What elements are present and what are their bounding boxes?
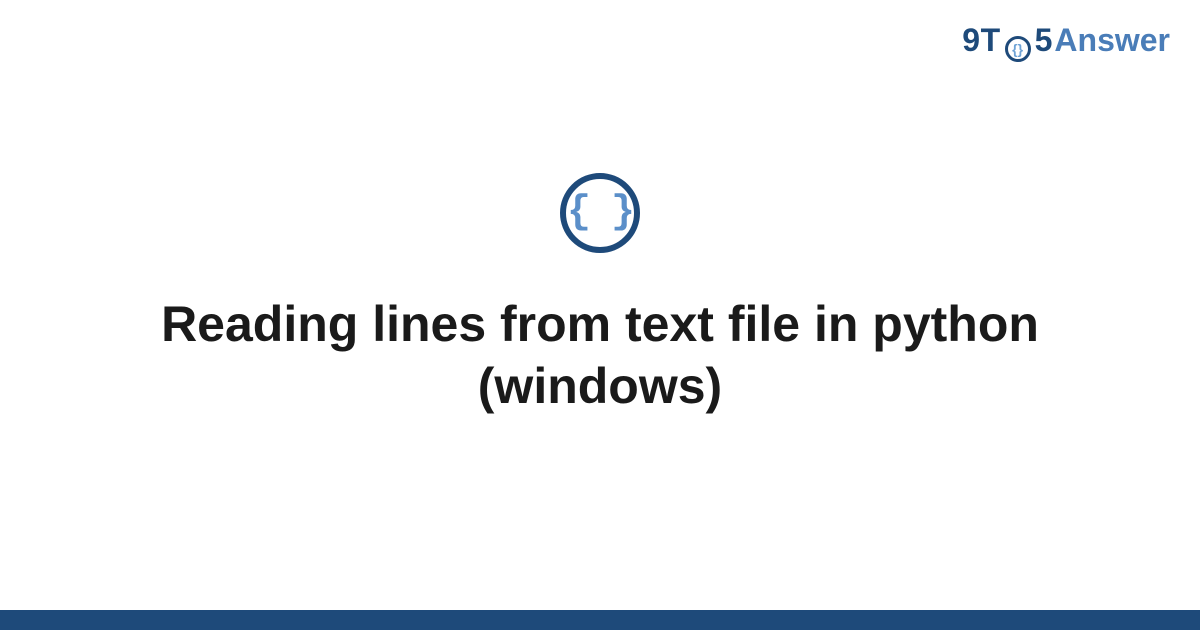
logo-text-5: 5 [1035,22,1053,59]
logo-circle-icon: {} [1005,36,1031,62]
code-braces-icon: { } [560,173,640,253]
main-content: { } Reading lines from text file in pyth… [0,0,1200,630]
site-logo[interactable]: 9T {} 5 Answer [962,22,1170,59]
page-title: Reading lines from text file in python (… [150,293,1050,418]
logo-text-9t: 9T [962,22,1000,59]
logo-braces-small: {} [1012,42,1023,56]
braces-symbol: { } [567,190,633,235]
logo-text-answer: Answer [1054,22,1170,59]
footer-accent-bar [0,610,1200,630]
